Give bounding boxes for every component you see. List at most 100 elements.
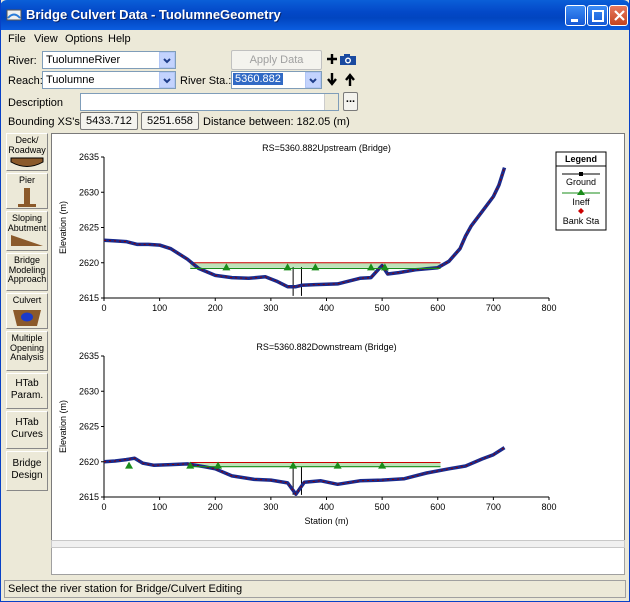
chevron-down-icon[interactable] <box>305 72 321 88</box>
x-tick-label: 300 <box>263 502 278 512</box>
maximize-icon <box>592 10 604 22</box>
river-station-value: 5360.882 <box>233 73 283 85</box>
menu-options[interactable]: Options <box>65 33 103 45</box>
y-tick-label: 2620 <box>79 457 99 467</box>
htab-param-label: HTab Param. <box>10 378 44 401</box>
y-tick-label: 2620 <box>79 258 99 268</box>
bridge-design-label: Bridge Design <box>11 458 43 481</box>
add-icon[interactable] <box>325 51 339 67</box>
multiple-opening-analysis-label: Multiple Opening Analysis <box>9 333 45 362</box>
window-title: Bridge Culvert Data - TuolumneGeometry <box>26 7 281 22</box>
pier-icon <box>18 187 36 207</box>
description-scroll[interactable] <box>324 94 338 110</box>
htab-param-button[interactable]: HTab Param. <box>6 373 48 409</box>
x-tick-label: 600 <box>430 303 445 313</box>
bounding-downstream-button[interactable]: 5251.658 <box>141 112 199 130</box>
x-tick-label: 600 <box>430 502 445 512</box>
x-tick-label: 700 <box>486 303 501 313</box>
chart-title: RS=5360.882Upstream (Bridge) <box>262 143 391 153</box>
pier-label: Pier <box>18 175 35 185</box>
close-icon <box>614 10 625 21</box>
arrow-up-icon[interactable] <box>343 71 357 88</box>
x-tick-label: 500 <box>375 502 390 512</box>
htab-curves-button[interactable]: HTab Curves <box>6 411 48 449</box>
status-bar: Select the river station for Bridge/Culv… <box>4 580 626 598</box>
multiple-opening-analysis-button[interactable]: Multiple Opening Analysis <box>6 331 48 371</box>
legend-ground-marker <box>579 172 583 176</box>
sloping-abutment-button[interactable]: Sloping Abutment <box>6 211 48 251</box>
river-station-label: River Sta.: <box>180 75 232 87</box>
title-bar: Bridge Culvert Data - TuolumneGeometry <box>0 0 630 30</box>
x-tick-label: 200 <box>208 303 223 313</box>
legend-ground-label: Ground <box>566 177 596 187</box>
x-tick-label: 800 <box>541 303 556 313</box>
x-tick-label: 800 <box>541 502 556 512</box>
x-tick-label: 100 <box>152 303 167 313</box>
camera-icon[interactable] <box>339 51 357 67</box>
deck-roadway-label: Deck/ Roadway <box>8 135 46 155</box>
chevron-down-icon[interactable] <box>159 72 175 88</box>
y-axis-label: Elevation (m) <box>58 201 68 254</box>
river-station-select[interactable]: 5360.882 <box>231 71 322 89</box>
chart-title: RS=5360.882Downstream (Bridge) <box>256 342 396 352</box>
x-tick-label: 100 <box>152 502 167 512</box>
distance-between-text: Distance between: 182.05 (m) <box>203 116 350 128</box>
y-tick-label: 2635 <box>79 152 99 162</box>
ground-line <box>103 446 506 496</box>
y-tick-label: 2615 <box>79 293 99 303</box>
x-tick-label: 400 <box>319 303 334 313</box>
culvert-button[interactable]: Culvert <box>6 293 48 329</box>
menu-bar: File View Options Help <box>0 30 630 49</box>
sloping-abutment-label: Sloping Abutment <box>7 213 47 233</box>
menu-file[interactable]: File <box>8 33 26 45</box>
arrow-down-icon[interactable] <box>325 71 339 88</box>
minimize-icon <box>571 19 578 22</box>
deck-roadway-icon <box>10 157 44 167</box>
plot-area[interactable]: RS=5360.882Upstream (Bridge) 0 100 200 300 40… <box>51 133 625 546</box>
x-tick-label: 0 <box>101 303 106 313</box>
x-tick-label: 700 <box>486 502 501 512</box>
y-tick-label: 2630 <box>79 187 99 197</box>
river-value: TuolumneRiver <box>46 54 121 66</box>
river-label: River: <box>8 55 37 67</box>
app-icon <box>6 9 22 21</box>
y-tick-label: 2625 <box>79 223 99 233</box>
y-tick-label: 2615 <box>79 492 99 502</box>
y-axis-label: Elevation (m) <box>58 400 68 453</box>
deck-roadway-button[interactable]: Deck/ Roadway <box>6 133 48 171</box>
x-tick-label: 400 <box>319 502 334 512</box>
menu-view[interactable]: View <box>34 33 58 45</box>
sloping-abutment-icon <box>11 235 43 246</box>
pier-button[interactable]: Pier <box>6 173 48 209</box>
x-tick-label: 200 <box>208 502 223 512</box>
culvert-icon <box>13 309 41 326</box>
y-tick-label: 2625 <box>79 422 99 432</box>
bounding-label: Bounding XS's: <box>8 116 83 128</box>
y-tick-label: 2635 <box>79 351 99 361</box>
deck-band <box>190 462 441 467</box>
htab-curves-label: HTab Curves <box>11 417 43 440</box>
bridge-design-button[interactable]: Bridge Design <box>6 451 48 491</box>
chevron-down-icon[interactable] <box>159 52 175 68</box>
bounding-upstream-button[interactable]: 5433.712 <box>80 112 138 130</box>
menu-help[interactable]: Help <box>108 33 131 45</box>
close-button[interactable] <box>609 5 628 26</box>
reach-select[interactable]: Tuolumne <box>42 71 176 89</box>
legend-ineff-label: Ineff <box>572 197 590 207</box>
description-field[interactable] <box>80 93 339 111</box>
culvert-label: Culvert <box>12 295 42 305</box>
description-ellipsis-button[interactable]: ... <box>343 92 358 111</box>
river-select[interactable]: TuolumneRiver <box>42 51 176 69</box>
x-tick-label: 500 <box>375 303 390 313</box>
cross-section-chart: RS=5360.882Upstream (Bridge) 0 100 200 300 40… <box>58 143 607 526</box>
bridge-modeling-approach-label: Bridge Modeling Approach <box>7 255 47 284</box>
minimize-button[interactable] <box>565 5 586 26</box>
maximize-button[interactable] <box>587 5 608 26</box>
apply-data-button[interactable]: Apply Data <box>231 50 322 70</box>
horizontal-scrollbar[interactable] <box>51 540 625 548</box>
x-tick-label: 0 <box>101 502 106 512</box>
ineff-marker <box>125 461 134 469</box>
reach-label: Reach: <box>8 75 43 87</box>
bridge-modeling-approach-button[interactable]: Bridge Modeling Approach <box>6 253 48 291</box>
legend-bank-label: Bank Sta <box>563 216 600 226</box>
